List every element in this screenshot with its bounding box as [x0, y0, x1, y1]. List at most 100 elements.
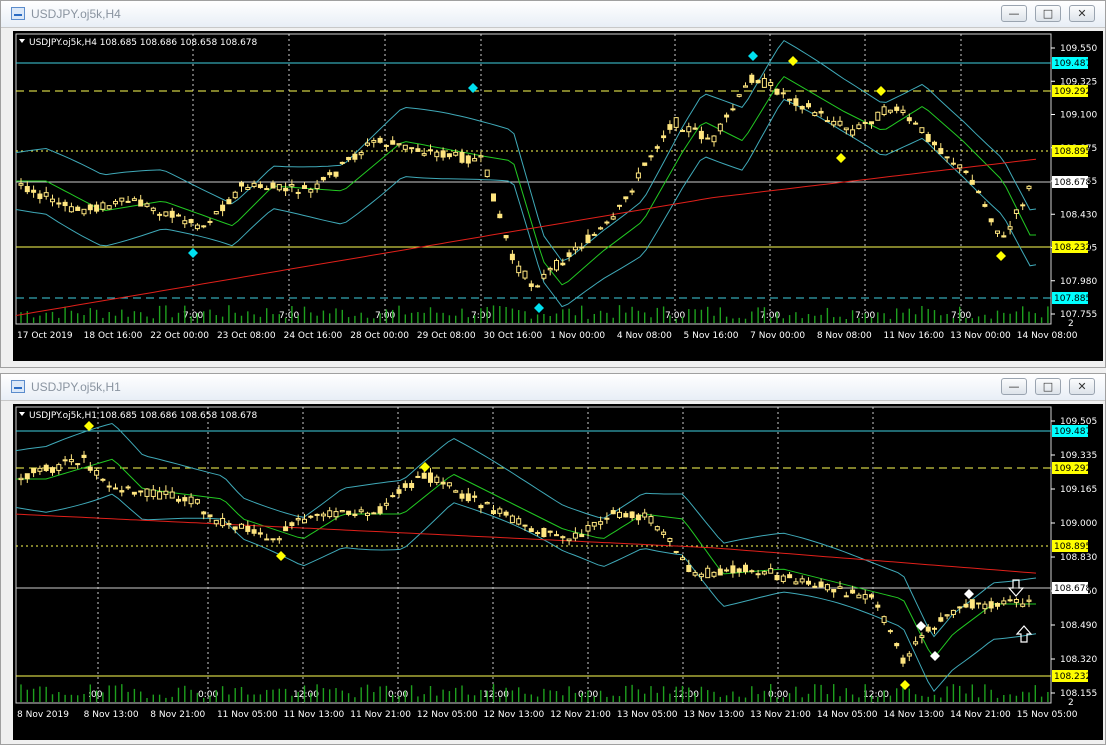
candle-body [182, 220, 188, 225]
candle-body [421, 472, 427, 479]
chart-window-h4[interactable]: USDJPY.oj5k,H4 — □ ✕ 109.550 109.325 109.1… [0, 0, 1106, 368]
candle-body [755, 573, 761, 576]
fractal-marker [996, 251, 1006, 261]
chart-shift-marker: 2 [1068, 698, 1074, 708]
maximize-button[interactable]: □ [1035, 378, 1061, 395]
candle-body [547, 267, 553, 271]
chart-canvas-h4[interactable]: 109.550109.325109.100108.875108.655108.4… [13, 31, 1103, 361]
time-axis-label: 14 Nov 21:00 [950, 710, 1011, 720]
time-axis-label: 11 Nov 16:00 [883, 331, 944, 341]
candle-body [869, 121, 874, 125]
candle-body [213, 211, 219, 215]
candle-body [894, 106, 900, 111]
candle-body [289, 522, 295, 526]
candle-body [743, 85, 748, 88]
fractal-marker [900, 680, 910, 690]
candle-body [560, 536, 566, 539]
candle-body [459, 152, 465, 163]
candle-body [837, 586, 843, 589]
price-chart-h1[interactable]: 109.505109.335109.165109.000108.830108.6… [13, 404, 1103, 740]
chart-window-h1[interactable]: USDJPY.oj5k,H1 — □ ✕ 109.505 109.335 109.1… [0, 373, 1106, 745]
candle-body [780, 575, 786, 582]
candle-body [314, 183, 320, 190]
candle-body [969, 179, 975, 185]
candle-body [169, 210, 175, 218]
candle-body [862, 593, 868, 600]
candle-body [711, 571, 717, 577]
candle-body [138, 490, 144, 493]
candle-body [257, 532, 263, 535]
chart-symbol-title: USDJPY.oj5k,H1 108.685 108.686 108.658 1… [29, 411, 258, 421]
candle-body [806, 103, 811, 108]
candle-body [396, 143, 402, 146]
window-title: USDJPY.oj5k,H4 [31, 7, 121, 21]
price-tick-label: 108.490 [1060, 621, 1097, 631]
time-axis-label: 22 Oct 00:00 [150, 331, 209, 341]
time-axis-label: 1 Nov 00:00 [550, 331, 605, 341]
candle-body [698, 573, 704, 578]
candle-body [950, 609, 956, 615]
candle-body [94, 469, 100, 476]
candle-body [75, 206, 81, 211]
candle-body [320, 176, 326, 181]
candle-body [87, 466, 93, 471]
window-titlebar-h4[interactable]: USDJPY.oj5k,H4 — □ ✕ [1, 1, 1105, 28]
candle-body [944, 614, 950, 617]
candle-body [207, 220, 213, 223]
candle-body [81, 208, 87, 215]
candle-body [793, 581, 799, 585]
candle-body [799, 105, 805, 110]
candle-body [698, 130, 704, 140]
minimize-button[interactable]: — [1001, 378, 1027, 395]
time-axis-label: 11 Nov 05:00 [217, 710, 278, 720]
candle-body [509, 515, 515, 524]
time-axis-label: 7 Nov 00:00 [750, 331, 805, 341]
candle-body [673, 117, 679, 128]
candle-body [793, 98, 799, 106]
candle-body [94, 204, 100, 212]
candle-body [617, 511, 622, 518]
candle-body [887, 109, 893, 113]
candle-body [119, 490, 125, 493]
candle-body [497, 508, 503, 514]
candle-body [887, 630, 893, 633]
candle-body [396, 489, 402, 494]
minimize-button[interactable]: — [1001, 5, 1027, 22]
candle-body [717, 568, 723, 576]
candle-body [308, 515, 314, 518]
candle-body [516, 518, 522, 525]
candle-body [938, 148, 944, 155]
up-arrow-icon [1015, 625, 1033, 643]
candle-body [251, 182, 257, 187]
maximize-button[interactable]: □ [1035, 5, 1061, 22]
fractal-marker [534, 303, 544, 313]
candle-body [995, 230, 1000, 234]
candle-body [522, 524, 528, 527]
chart-canvas-h1[interactable]: 109.505109.335109.165109.000108.830108.6… [13, 404, 1103, 740]
candle-body [434, 151, 440, 158]
candle-body [730, 565, 736, 574]
time-axis-label: 28 Oct 00:00 [350, 331, 409, 341]
close-button[interactable]: ✕ [1069, 378, 1095, 395]
chart-menu-arrow-icon [19, 412, 25, 416]
candle-body [402, 144, 408, 150]
candle-body [131, 491, 137, 495]
price-level-label: 108.895 [1054, 542, 1091, 552]
fractal-marker [876, 86, 886, 96]
moving-average-red [15, 158, 1037, 316]
candle-body [856, 594, 862, 599]
time-axis-label: 18 Oct 16:00 [84, 331, 143, 341]
window-titlebar-h1[interactable]: USDJPY.oj5k,H1 — □ ✕ [1, 374, 1105, 401]
time-axis-label: 14 Nov 05:00 [817, 710, 878, 720]
time-axis-label: 4 Nov 08:00 [617, 331, 672, 341]
grid-time-label: 12:00 [293, 690, 319, 700]
candle-body [125, 486, 131, 489]
price-chart-h4[interactable]: 109.550109.325109.100108.875108.655108.4… [13, 31, 1103, 361]
candle-body [925, 134, 931, 142]
candle-body [900, 657, 906, 664]
time-axis-label: 24 Oct 16:00 [284, 331, 343, 341]
price-level-label: 108.895 [1054, 147, 1091, 157]
close-button[interactable]: ✕ [1069, 5, 1095, 22]
candle-body [213, 519, 219, 525]
candle-body [1020, 204, 1026, 207]
